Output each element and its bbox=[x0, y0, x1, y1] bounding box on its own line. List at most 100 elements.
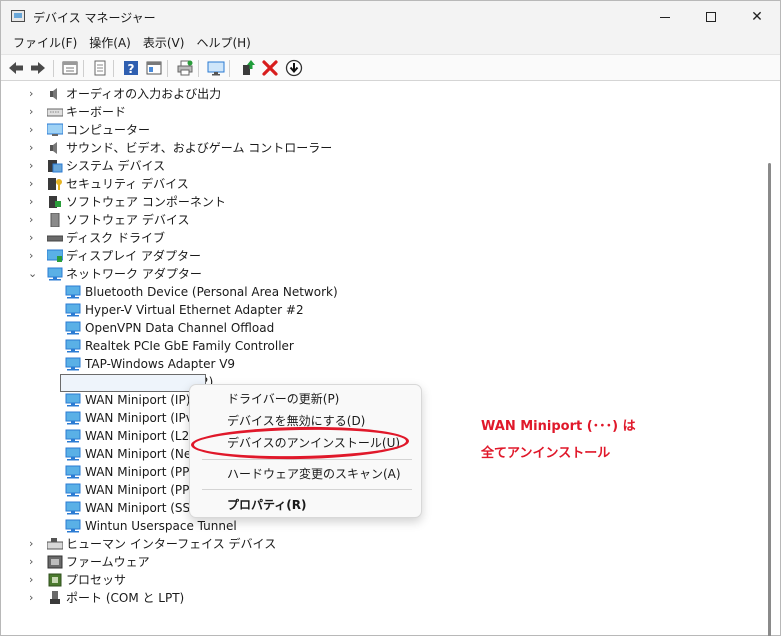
tree-category-label: ディスク ドライブ bbox=[66, 231, 165, 245]
speaker-icon bbox=[50, 142, 57, 154]
network-icon bbox=[47, 267, 63, 281]
chevron-right-icon[interactable]: › bbox=[29, 229, 39, 247]
network-adapter-label: WAN Miniport (IP) bbox=[85, 393, 191, 407]
tree-category-label: ポート (COM と LPT) bbox=[66, 591, 185, 605]
chevron-right-icon[interactable]: › bbox=[29, 211, 39, 229]
chevron-right-icon[interactable]: › bbox=[29, 553, 39, 571]
network-adapter-icon bbox=[65, 429, 81, 443]
chevron-right-icon[interactable]: › bbox=[29, 175, 39, 193]
tower-icon bbox=[50, 213, 60, 227]
selected-row-highlight bbox=[60, 374, 206, 392]
keyboard-icon bbox=[47, 108, 63, 117]
tree-category-label: ソフトウェア コンポーネント bbox=[66, 195, 226, 209]
menu-help[interactable]: ヘルプ(H) bbox=[190, 33, 256, 54]
device-manager-app-icon bbox=[11, 10, 25, 22]
chevron-right-icon[interactable]: › bbox=[29, 85, 39, 103]
network-adapter-label: WAN Miniport (PPT bbox=[85, 483, 197, 497]
tree-category-label: サウンド、ビデオ、およびゲーム コントローラー bbox=[66, 141, 333, 155]
device-manager-window: デバイス マネージャー ✕ ファイル(F) 操作(A) 表示(V) ヘルプ(H)… bbox=[0, 0, 781, 636]
chevron-right-icon[interactable]: › bbox=[29, 139, 39, 157]
help-icon[interactable]: ? bbox=[122, 59, 140, 77]
svg-text:?: ? bbox=[128, 62, 135, 76]
chevron-down-icon[interactable]: ⌄ bbox=[28, 265, 38, 283]
view-pane-icon[interactable] bbox=[145, 59, 163, 77]
menu-view[interactable]: 表示(V) bbox=[137, 33, 191, 54]
network-adapter-label: Hyper-V Virtual Ethernet Adapter #2 bbox=[85, 303, 304, 317]
chevron-right-icon[interactable]: › bbox=[29, 535, 39, 553]
monitor-icon bbox=[47, 123, 63, 136]
firmware-icon bbox=[47, 555, 63, 569]
back-arrow-icon[interactable] bbox=[7, 59, 25, 77]
tree-category-label: ディスプレイ アダプター bbox=[66, 249, 201, 263]
print-icon[interactable] bbox=[176, 59, 194, 77]
network-adapter-label: Bluetooth Device (Personal Area Network) bbox=[85, 285, 338, 299]
minimize-icon bbox=[660, 16, 670, 18]
add-driver-icon[interactable] bbox=[239, 59, 257, 77]
scrollbar-thumb[interactable] bbox=[768, 163, 771, 636]
tree-category-label: セキュリティ デバイス bbox=[66, 177, 189, 191]
network-adapter-icon bbox=[65, 519, 81, 533]
menu-item-scan-hardware[interactable]: ハードウェア変更のスキャン(A) bbox=[227, 465, 401, 483]
tree-category-label: コンピューター bbox=[66, 123, 151, 137]
hid-icon bbox=[47, 538, 63, 550]
title-bar: デバイス マネージャー ✕ bbox=[1, 1, 780, 33]
scan-hardware-monitor-icon[interactable] bbox=[207, 59, 225, 77]
minimize-button[interactable] bbox=[642, 1, 688, 33]
display-icon bbox=[47, 249, 63, 262]
port-icon bbox=[50, 591, 60, 604]
document-icon[interactable] bbox=[91, 59, 109, 77]
toolbar: ? bbox=[1, 54, 780, 81]
tree-category-label: プロセッサ bbox=[66, 573, 127, 587]
chevron-right-icon[interactable]: › bbox=[29, 103, 39, 121]
system-icon bbox=[48, 160, 63, 173]
network-adapter-label: WAN Miniport (SSTI bbox=[85, 501, 202, 515]
vertical-scrollbar[interactable] bbox=[764, 85, 778, 636]
network-adapter-label: WAN Miniport (IPv6 bbox=[85, 411, 201, 425]
network-adapter-icon bbox=[65, 321, 81, 335]
network-adapter-icon bbox=[65, 303, 81, 317]
chevron-right-icon[interactable]: › bbox=[29, 571, 39, 589]
properties-sheet-icon[interactable] bbox=[61, 59, 79, 77]
menu-separator bbox=[202, 459, 412, 460]
menu-file[interactable]: ファイル(F) bbox=[7, 33, 83, 54]
menu-bar: ファイル(F) 操作(A) 表示(V) ヘルプ(H) bbox=[1, 33, 780, 54]
tree-category-label: システム デバイス bbox=[66, 159, 166, 173]
tree-category-label: ヒューマン インターフェイス デバイス bbox=[66, 537, 277, 551]
network-adapter-icon bbox=[65, 411, 81, 425]
chevron-right-icon[interactable]: › bbox=[29, 121, 39, 139]
annotation-text-line2: 全てアンインストール bbox=[481, 446, 611, 461]
network-adapter-icon bbox=[65, 285, 81, 299]
device-tree[interactable]: › オーディオの入力および出力 › キーボード › コンピューター › サウンド… bbox=[7, 85, 761, 633]
annotation-text-line1: WAN Miniport (･･･) は bbox=[481, 419, 636, 434]
uninstall-x-icon[interactable] bbox=[261, 59, 279, 77]
network-adapter-icon bbox=[65, 501, 81, 515]
network-adapter-icon bbox=[65, 465, 81, 479]
window-title: デバイス マネージャー bbox=[33, 11, 156, 25]
maximize-button[interactable] bbox=[688, 1, 734, 33]
network-adapter-label: Realtek PCIe GbE Family Controller bbox=[85, 339, 294, 353]
network-adapter-icon bbox=[65, 483, 81, 497]
forward-arrow-icon[interactable] bbox=[29, 59, 47, 77]
chevron-right-icon[interactable]: › bbox=[29, 589, 39, 607]
toolbar-separator bbox=[167, 60, 168, 77]
close-icon: ✕ bbox=[751, 9, 763, 25]
menu-action[interactable]: 操作(A) bbox=[83, 33, 137, 54]
menu-item-update-driver[interactable]: ドライバーの更新(P) bbox=[227, 390, 339, 408]
menu-separator bbox=[202, 489, 412, 490]
chevron-right-icon[interactable]: › bbox=[29, 157, 39, 175]
chevron-right-icon[interactable]: › bbox=[29, 193, 39, 211]
network-adapter-label: WAN Miniport (L2TI bbox=[85, 429, 201, 443]
cpu-icon bbox=[48, 573, 62, 587]
download-circle-icon[interactable] bbox=[285, 59, 303, 77]
puzzle-icon bbox=[49, 196, 61, 208]
chevron-right-icon[interactable]: › bbox=[29, 247, 39, 265]
toolbar-separator bbox=[83, 60, 84, 77]
tree-category-label: キーボード bbox=[66, 105, 127, 119]
toolbar-separator bbox=[53, 60, 54, 77]
speaker-icon bbox=[50, 88, 57, 100]
toolbar-separator bbox=[198, 60, 199, 77]
toolbar-separator bbox=[229, 60, 230, 77]
menu-item-properties[interactable]: プロパティ(R) bbox=[227, 496, 307, 514]
key-icon bbox=[48, 178, 62, 190]
close-button[interactable]: ✕ bbox=[734, 1, 780, 33]
